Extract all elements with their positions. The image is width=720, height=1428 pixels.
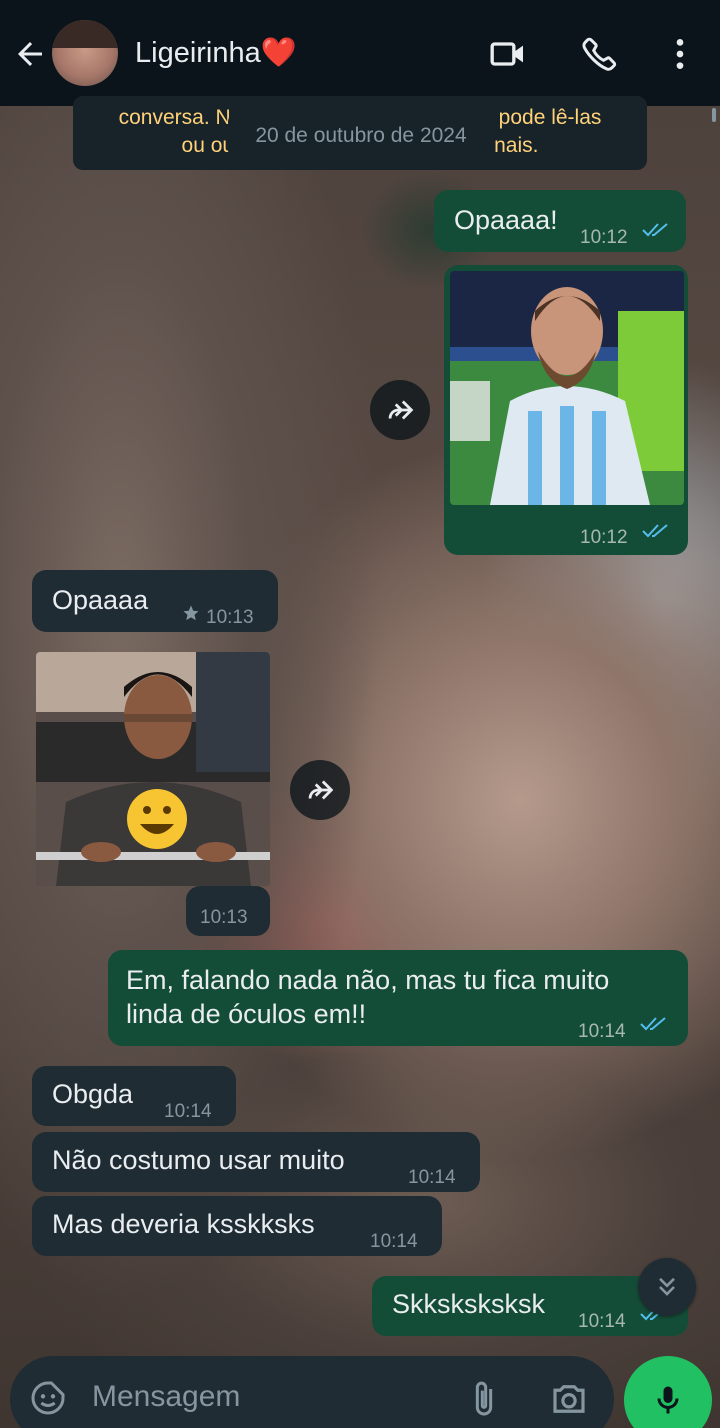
contact-name-text: Ligeirinha — [135, 37, 261, 69]
read-ticks-icon — [642, 223, 668, 237]
message-bubble-incoming[interactable]: Não costumo usar muito 10:14 — [32, 1132, 480, 1192]
date-separator: 20 de outubro de 2024 — [228, 112, 494, 160]
message-time: 10:13 — [206, 607, 254, 628]
double-chevron-down-icon — [659, 1277, 675, 1296]
message-time: 10:12 — [580, 527, 628, 548]
contact-name[interactable]: Ligeirinha❤️ — [135, 36, 297, 70]
back-arrow-icon[interactable] — [12, 36, 48, 72]
forward-icon — [388, 400, 414, 420]
notice-text-c: ou ou — [181, 134, 235, 157]
message-text: Skksksksksk — [392, 1289, 546, 1319]
message-text: Obgda — [52, 1079, 134, 1109]
message-time: 10:14 — [578, 1021, 626, 1042]
sticker-emoji-icon[interactable] — [28, 1378, 68, 1418]
more-options-icon[interactable] — [660, 34, 700, 74]
read-ticks-icon — [642, 524, 668, 538]
message-time: 10:14 — [164, 1101, 212, 1122]
heart-emoji: ❤️ — [260, 37, 297, 69]
forward-button[interactable] — [290, 760, 350, 820]
message-bubble-incoming[interactable]: Obgda 10:14 — [32, 1066, 236, 1126]
chat-header: Ligeirinha❤️ — [0, 0, 720, 106]
camera-icon[interactable] — [548, 1378, 590, 1420]
message-text: Não costumo usar muito — [52, 1145, 345, 1175]
message-time: 10:13 — [200, 907, 248, 928]
message-time: 10:12 — [580, 227, 628, 248]
message-bubble-outgoing[interactable]: Em, falando nada não, mas tu fica muito … — [108, 950, 688, 1046]
message-text: Mas deveria ksskksks — [52, 1209, 315, 1239]
scroll-indicator — [712, 108, 716, 122]
contact-avatar[interactable] — [52, 20, 118, 86]
message-bubble-outgoing[interactable]: Opaaaa! 10:12 — [434, 190, 686, 252]
notice-text-a: conversa. N — [118, 106, 231, 129]
shared-image-incoming[interactable] — [36, 652, 270, 886]
message-text-line-1: Em, falando nada não, mas tu fica muito — [126, 965, 610, 995]
message-bubble-incoming[interactable]: Opaaaa 10:13 — [32, 570, 278, 632]
voice-call-icon[interactable] — [580, 34, 620, 74]
notice-text-d: nais. — [494, 134, 539, 157]
star-icon — [183, 605, 199, 621]
video-call-icon[interactable] — [488, 34, 528, 74]
scroll-to-bottom-button[interactable] — [638, 1258, 696, 1316]
message-text-line-2: linda de óculos em!! — [126, 999, 367, 1029]
attachment-icon[interactable] — [464, 1378, 504, 1420]
read-ticks-icon — [640, 1017, 666, 1031]
microphone-icon — [657, 1386, 679, 1414]
shared-image[interactable] — [450, 271, 684, 505]
notice-text-b: pode lê-las — [498, 106, 602, 129]
message-time: 10:14 — [578, 1311, 626, 1332]
message-input[interactable]: Mensagem — [92, 1380, 240, 1414]
message-time: 10:14 — [370, 1231, 418, 1252]
message-text: Opaaaa! — [454, 205, 558, 235]
forward-icon — [308, 780, 334, 800]
forward-button[interactable] — [370, 380, 430, 440]
image-message-outgoing[interactable]: 10:12 — [444, 265, 688, 555]
message-time: 10:14 — [408, 1167, 456, 1188]
message-text: Opaaaa — [52, 585, 149, 615]
message-bubble-incoming[interactable]: Mas deveria ksskksks 10:14 — [32, 1196, 442, 1256]
image-time-chip: 10:13 — [186, 886, 270, 936]
